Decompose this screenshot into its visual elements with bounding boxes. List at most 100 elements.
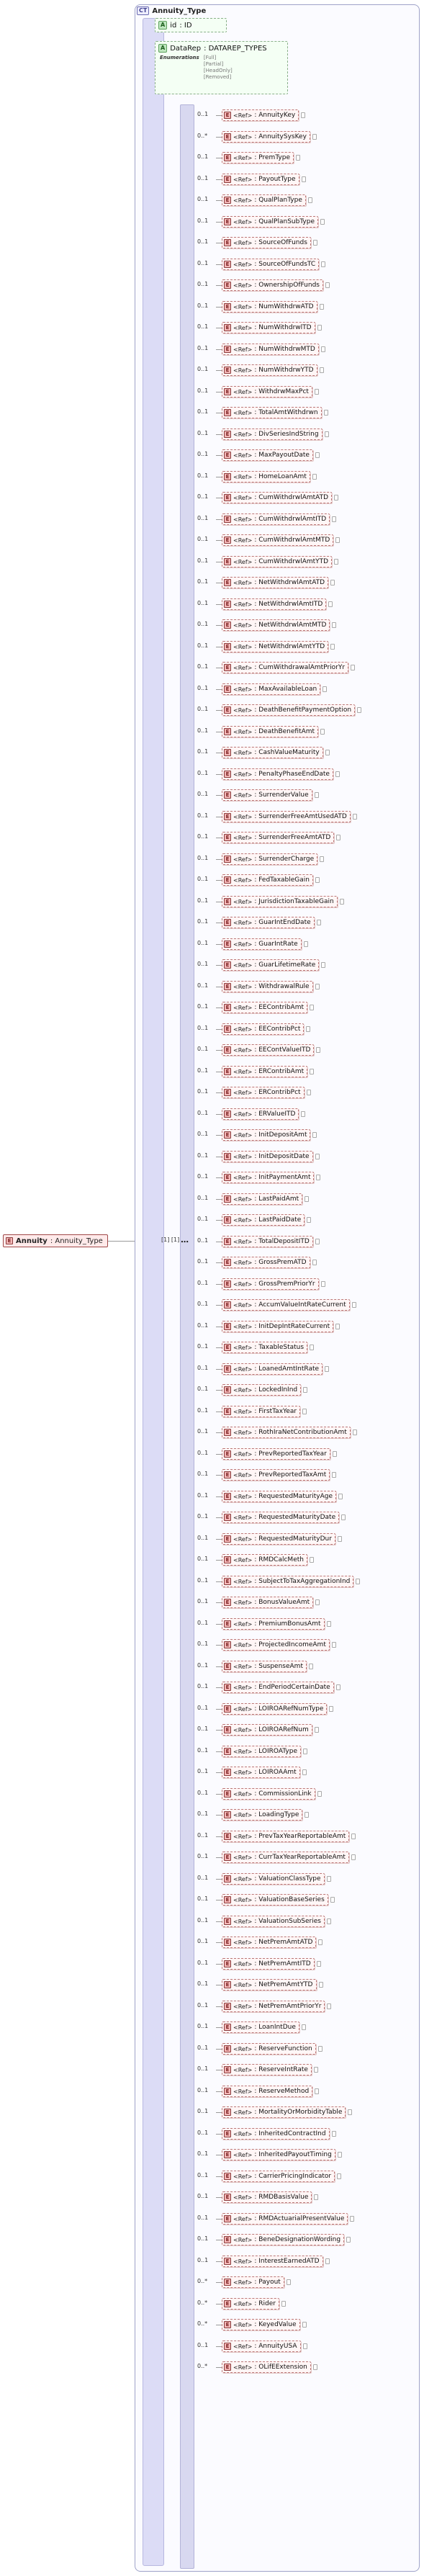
child-element-row[interactable]: 0..1 E <Ref>: CumWithdrwlAmtITD bbox=[196, 513, 412, 525]
child-element-box[interactable]: E <Ref>: FedTaxableGain bbox=[222, 874, 313, 886]
child-element-box[interactable]: E <Ref>: PrevReportedTaxAmt bbox=[222, 1469, 330, 1481]
child-element-box[interactable]: E <Ref>: LOIROAType bbox=[222, 1746, 301, 1757]
child-element-box[interactable]: E <Ref>: TotalAmtWithdrwn bbox=[222, 407, 322, 418]
child-element-box[interactable]: E <Ref>: ERContribAmt bbox=[222, 1066, 308, 1077]
child-element-row[interactable]: 0..1 E <Ref>: SurrenderFreeAmtUsedATD bbox=[196, 811, 412, 822]
child-element-row[interactable]: 0..1 E <Ref>: RMDBasisValue bbox=[196, 2191, 412, 2203]
expand-icon[interactable] bbox=[335, 537, 340, 543]
expand-icon[interactable] bbox=[302, 176, 306, 182]
child-element-row[interactable]: 0..1 E <Ref>: CarrierPricingIndicator bbox=[196, 2171, 412, 2182]
child-element-row[interactable]: 0..1 E <Ref>: ValuationClassType bbox=[196, 1873, 412, 1885]
expand-icon[interactable] bbox=[315, 452, 320, 458]
expand-icon[interactable] bbox=[319, 1982, 323, 1988]
child-element-row[interactable]: 0..1 E <Ref>: CumWithdrwlAmtMTD bbox=[196, 534, 412, 546]
child-element-box[interactable]: E <Ref>: TaxableStatus bbox=[222, 1342, 308, 1353]
expand-icon[interactable] bbox=[334, 495, 338, 501]
child-element-row[interactable]: 0..1 E <Ref>: TotalAmtWithdrwn bbox=[196, 407, 412, 418]
child-element-row[interactable]: 0..1 E <Ref>: RequestedMaturityDur bbox=[196, 1533, 412, 1545]
child-element-row[interactable]: 0..1 E <Ref>: DivSeriesIndString bbox=[196, 428, 412, 440]
child-element-box[interactable]: E <Ref>: LoanedAmtIntRate bbox=[222, 1363, 323, 1375]
child-element-box[interactable]: E <Ref>: SuspenseAmt bbox=[222, 1661, 307, 1672]
expand-icon[interactable] bbox=[303, 1387, 307, 1393]
child-element-row[interactable]: 0..* E <Ref>: KeyedValue bbox=[196, 2319, 412, 2330]
expand-icon[interactable] bbox=[312, 1260, 317, 1265]
expand-icon[interactable] bbox=[351, 665, 355, 670]
expand-icon[interactable] bbox=[317, 1791, 322, 1797]
child-element-box[interactable]: E <Ref>: EndPeriodCertainDate bbox=[222, 1682, 334, 1693]
child-element-box[interactable]: E <Ref>: ReserveMethod bbox=[222, 2086, 313, 2097]
child-element-box[interactable]: E <Ref>: RequestedMaturityDate bbox=[222, 1512, 340, 1523]
child-element-row[interactable]: 0..1 E <Ref>: WithdrwMaxPct bbox=[196, 386, 412, 398]
child-element-row[interactable]: 0..1 E <Ref>: CashValueMaturity bbox=[196, 747, 412, 758]
child-element-row[interactable]: 0..1 E <Ref>: WithdrawalRule bbox=[196, 981, 412, 992]
child-element-box[interactable]: E <Ref>: GrossPremPriorYr bbox=[222, 1278, 319, 1290]
attribute-id[interactable]: A id : ID bbox=[155, 18, 227, 32]
child-element-row[interactable]: 0..1 E <Ref>: OwnershipOfFunds bbox=[196, 279, 412, 291]
child-element-box[interactable]: E <Ref>: PremiumBonusAmt bbox=[222, 1618, 325, 1630]
expand-icon[interactable] bbox=[325, 1366, 329, 1372]
expand-icon[interactable] bbox=[320, 304, 324, 310]
child-element-box[interactable]: E <Ref>: AccumValueIntRateCurrent bbox=[222, 1299, 350, 1311]
child-element-row[interactable]: 0..1 E <Ref>: NumWithdrwlTD bbox=[196, 322, 412, 333]
expand-icon[interactable] bbox=[324, 410, 328, 416]
child-element-row[interactable]: 0..1 E <Ref>: PrevTaxYearReportableAmt bbox=[196, 1831, 412, 1842]
child-element-row[interactable]: 0..1 E <Ref>: NetPremAmtITD bbox=[196, 1958, 412, 1970]
expand-icon[interactable] bbox=[316, 1047, 320, 1053]
expand-icon[interactable] bbox=[351, 1854, 356, 1860]
child-element-row[interactable]: 0..1 E <Ref>: HomeLoanAmt bbox=[196, 471, 412, 483]
child-element-box[interactable]: E <Ref>: NetWithdrwlAmtYTD bbox=[222, 641, 329, 652]
child-element-row[interactable]: 0..1 E <Ref>: SurrenderFreeAmtATD bbox=[196, 832, 412, 843]
child-element-box[interactable]: E <Ref>: GuarIntEndDate bbox=[222, 917, 315, 928]
child-element-box[interactable]: E <Ref>: LOIROARefNumType bbox=[222, 1703, 328, 1715]
expand-icon[interactable] bbox=[310, 1345, 314, 1350]
expand-icon[interactable] bbox=[325, 431, 329, 437]
expand-icon[interactable] bbox=[302, 1769, 307, 1775]
child-element-box[interactable]: E <Ref>: QualPlanSubType bbox=[222, 216, 318, 228]
child-element-row[interactable]: 0..1 E <Ref>: AnnuityKey bbox=[196, 109, 412, 121]
expand-icon[interactable] bbox=[350, 2216, 354, 2222]
expand-icon[interactable] bbox=[330, 644, 335, 650]
expand-icon[interactable] bbox=[337, 2173, 341, 2179]
expand-icon[interactable] bbox=[315, 984, 320, 989]
expand-icon[interactable] bbox=[353, 814, 357, 820]
child-element-row[interactable]: 0..1 E <Ref>: BeneDesignationWording bbox=[196, 2234, 412, 2245]
child-element-row[interactable]: 0..1 E <Ref>: RMDCalcMeth bbox=[196, 1554, 412, 1566]
child-element-row[interactable]: 0..1 E <Ref>: CumWithdrwlAmtYTD bbox=[196, 556, 412, 567]
child-element-box[interactable]: E <Ref>: ValuationSubSeries bbox=[222, 1916, 325, 1927]
expand-icon[interactable] bbox=[332, 2131, 336, 2137]
expand-icon[interactable] bbox=[341, 1514, 346, 1520]
child-element-box[interactable]: E <Ref>: AnnuityKey bbox=[222, 109, 299, 121]
expand-icon[interactable] bbox=[338, 1536, 342, 1542]
expand-icon[interactable] bbox=[306, 1026, 310, 1032]
child-element-box[interactable]: E <Ref>: NetWithdrwlAmtITD bbox=[222, 598, 327, 610]
expand-icon[interactable] bbox=[325, 282, 330, 288]
expand-icon[interactable] bbox=[318, 2046, 322, 2052]
expand-icon[interactable] bbox=[353, 1430, 357, 1435]
expand-icon[interactable] bbox=[281, 2301, 286, 2307]
child-element-row[interactable]: 0..1 E <Ref>: RequestedMaturityDate bbox=[196, 1512, 412, 1523]
child-element-box[interactable]: E <Ref>: HomeLoanAmt bbox=[222, 471, 310, 483]
child-element-row[interactable]: 0..1 E <Ref>: PremType bbox=[196, 152, 412, 163]
child-element-box[interactable]: E <Ref>: EEContribAmt bbox=[222, 1002, 307, 1013]
expand-icon[interactable] bbox=[313, 2364, 317, 2370]
expand-icon[interactable] bbox=[302, 2322, 307, 2328]
expand-icon[interactable] bbox=[317, 1961, 321, 1967]
expand-icon[interactable] bbox=[307, 1090, 311, 1095]
expand-icon[interactable] bbox=[308, 197, 312, 203]
child-element-box[interactable]: E <Ref>: FirstTaxYear bbox=[222, 1406, 301, 1417]
expand-icon[interactable] bbox=[320, 219, 325, 225]
child-element-row[interactable]: 0..* E <Ref>: OLifEExtension bbox=[196, 2361, 412, 2373]
expand-icon[interactable] bbox=[314, 2194, 318, 2200]
child-element-box[interactable]: E <Ref>: AnnuityUSA bbox=[222, 2341, 301, 2352]
expand-icon[interactable] bbox=[312, 474, 317, 480]
expand-icon[interactable] bbox=[330, 1897, 335, 1903]
child-element-row[interactable]: 0..1 E <Ref>: LoadingType bbox=[196, 1809, 412, 1821]
child-element-row[interactable]: 0..1 E <Ref>: LastPaidDate bbox=[196, 1214, 412, 1226]
child-element-box[interactable]: E <Ref>: LastPaidDate bbox=[222, 1214, 305, 1226]
expand-icon[interactable] bbox=[296, 155, 300, 161]
child-element-row[interactable]: 0..1 E <Ref>: FedTaxableGain bbox=[196, 874, 412, 886]
expand-icon[interactable] bbox=[335, 1324, 340, 1329]
expand-icon[interactable] bbox=[305, 1196, 309, 1202]
expand-icon[interactable] bbox=[338, 1494, 343, 1499]
expand-icon[interactable] bbox=[313, 240, 317, 246]
